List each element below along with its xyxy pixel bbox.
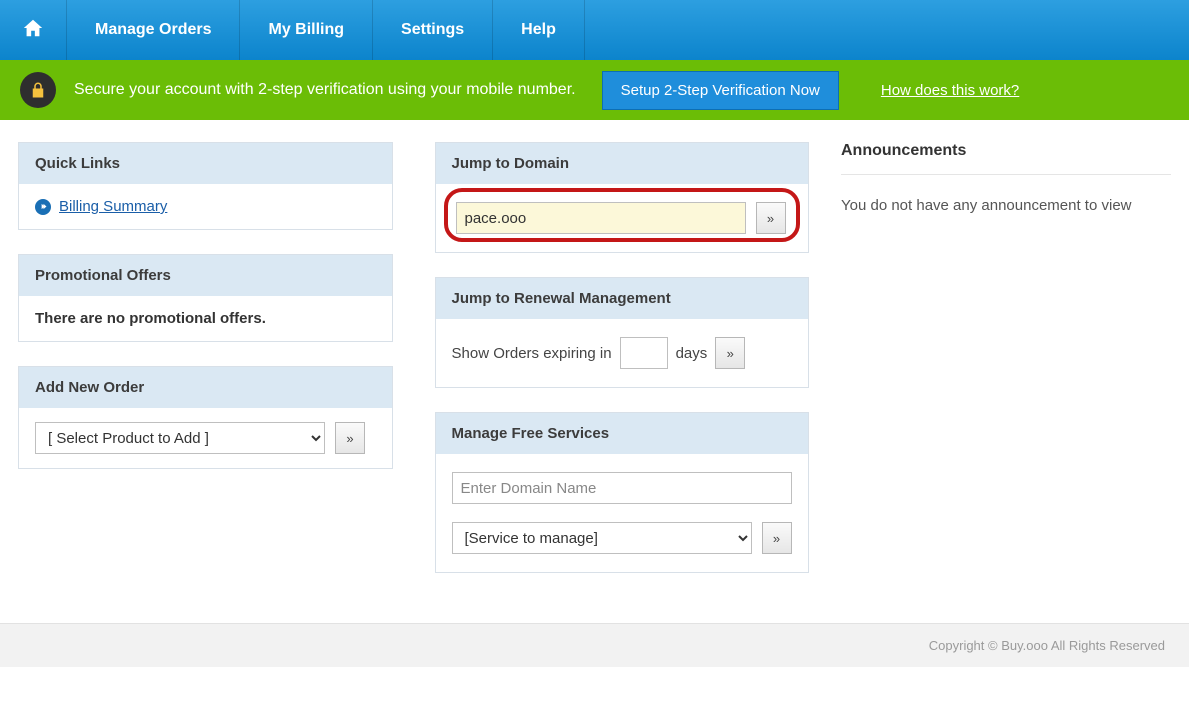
jump-to-domain-panel: Jump to Domain » — [435, 142, 810, 253]
promo-empty-text: There are no promotional offers. — [35, 310, 376, 327]
alert-text: Secure your account with 2-step verifica… — [74, 81, 576, 99]
jump-domain-input[interactable] — [456, 202, 746, 234]
center-column: Jump to Domain » Jump to Renewal Managem… — [435, 142, 810, 573]
promotional-offers-panel: Promotional Offers There are no promotio… — [18, 254, 393, 342]
announcements-title: Announcements — [841, 142, 1171, 175]
renewal-management-panel: Jump to Renewal Management Show Orders e… — [435, 277, 810, 388]
renewal-title: Jump to Renewal Management — [436, 278, 809, 319]
renewal-days-input[interactable] — [620, 337, 668, 369]
jump-domain-title: Jump to Domain — [436, 143, 809, 184]
right-column: Announcements You do not have any announ… — [841, 142, 1171, 236]
nav-home[interactable] — [0, 0, 67, 60]
main-content: Quick Links Billing Summary Promotional … — [0, 120, 1189, 613]
announcements-panel: Announcements You do not have any announ… — [841, 142, 1171, 236]
nav-help[interactable]: Help — [493, 0, 585, 60]
nav-settings[interactable]: Settings — [373, 0, 493, 60]
announcements-empty-text: You do not have any announcement to view — [841, 175, 1171, 236]
product-select[interactable]: [ Select Product to Add ] — [35, 422, 325, 454]
billing-summary-link[interactable]: Billing Summary — [59, 198, 167, 215]
footer: Copyright © Buy.ooo All Rights Reserved — [0, 623, 1189, 667]
promo-title: Promotional Offers — [19, 255, 392, 296]
setup-2step-button[interactable]: Setup 2-Step Verification Now — [602, 71, 839, 110]
renewal-prefix: Show Orders expiring in — [452, 345, 612, 362]
quick-links-title: Quick Links — [19, 143, 392, 184]
chevron-right-icon — [35, 199, 51, 215]
add-order-title: Add New Order — [19, 367, 392, 408]
mfs-go-button[interactable]: » — [762, 522, 792, 554]
how-does-this-work-link[interactable]: How does this work? — [881, 82, 1019, 99]
manage-free-services-panel: Manage Free Services [Service to manage]… — [435, 412, 810, 573]
mfs-title: Manage Free Services — [436, 413, 809, 454]
add-order-go-button[interactable]: » — [335, 422, 365, 454]
nav-manage-orders[interactable]: Manage Orders — [67, 0, 240, 60]
quick-links-panel: Quick Links Billing Summary — [18, 142, 393, 230]
mfs-service-select[interactable]: [Service to manage] — [452, 522, 752, 554]
add-new-order-panel: Add New Order [ Select Product to Add ] … — [18, 366, 393, 469]
lock-icon — [20, 72, 56, 108]
left-column: Quick Links Billing Summary Promotional … — [18, 142, 393, 469]
renewal-suffix: days — [676, 345, 708, 362]
top-nav: Manage Orders My Billing Settings Help — [0, 0, 1189, 60]
footer-copyright: Copyright © Buy.ooo All Rights Reserved — [929, 638, 1165, 653]
jump-domain-go-button[interactable]: » — [756, 202, 786, 234]
home-icon — [22, 17, 44, 44]
two-step-alert: Secure your account with 2-step verifica… — [0, 60, 1189, 120]
mfs-domain-input[interactable] — [452, 472, 792, 504]
renewal-go-button[interactable]: » — [715, 337, 745, 369]
nav-my-billing[interactable]: My Billing — [240, 0, 373, 60]
